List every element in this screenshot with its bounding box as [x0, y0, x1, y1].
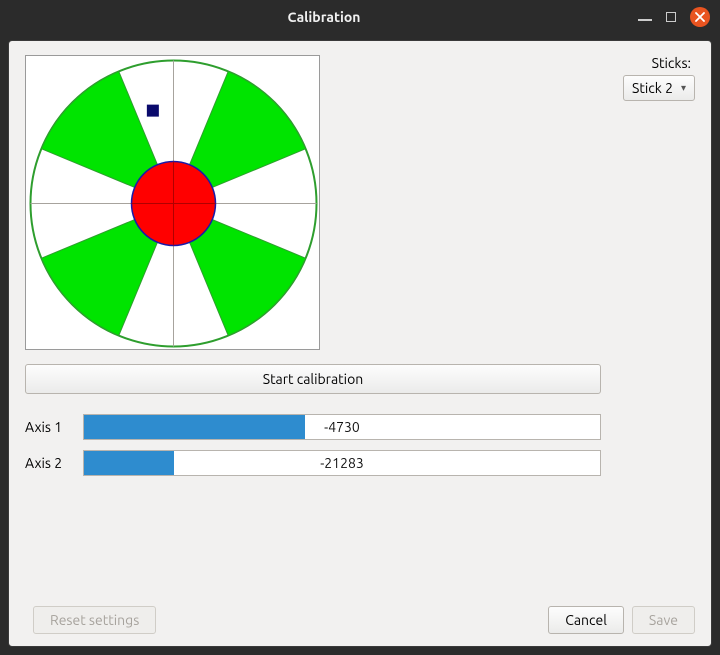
- axis-value: -4730: [84, 415, 600, 439]
- sticks-label: Sticks:: [623, 55, 695, 71]
- titlebar: Calibration: [0, 0, 720, 34]
- stick-visualization: [25, 55, 320, 350]
- axis-row: Axis 2-21283: [25, 450, 601, 476]
- window-body: Sticks: Stick 2 ▾ Start calibration Axis…: [8, 40, 712, 647]
- axes-group: Axis 1-4730Axis 2-21283: [25, 414, 601, 476]
- reset-settings-button[interactable]: Reset settings: [33, 606, 156, 634]
- axis-label: Axis 2: [25, 455, 83, 471]
- axis-row: Axis 1-4730: [25, 414, 601, 440]
- window-title: Calibration: [10, 9, 638, 25]
- start-calibration-button[interactable]: Start calibration: [25, 364, 601, 394]
- axis-bar: -21283: [83, 450, 601, 476]
- window-controls: [638, 7, 710, 27]
- footer: Reset settings Cancel Save: [25, 606, 695, 634]
- save-button[interactable]: Save: [632, 606, 695, 634]
- axis-bar: -4730: [83, 414, 601, 440]
- chevron-down-icon: ▾: [681, 82, 686, 94]
- sticks-dropdown[interactable]: Stick 2 ▾: [623, 75, 695, 101]
- axis-value: -21283: [84, 451, 600, 475]
- sticks-selected: Stick 2: [632, 80, 673, 96]
- axis-label: Axis 1: [25, 419, 83, 435]
- cancel-button[interactable]: Cancel: [548, 606, 624, 634]
- maximize-icon[interactable]: [666, 12, 676, 22]
- close-icon[interactable]: [690, 7, 710, 27]
- minimize-icon[interactable]: [638, 10, 652, 24]
